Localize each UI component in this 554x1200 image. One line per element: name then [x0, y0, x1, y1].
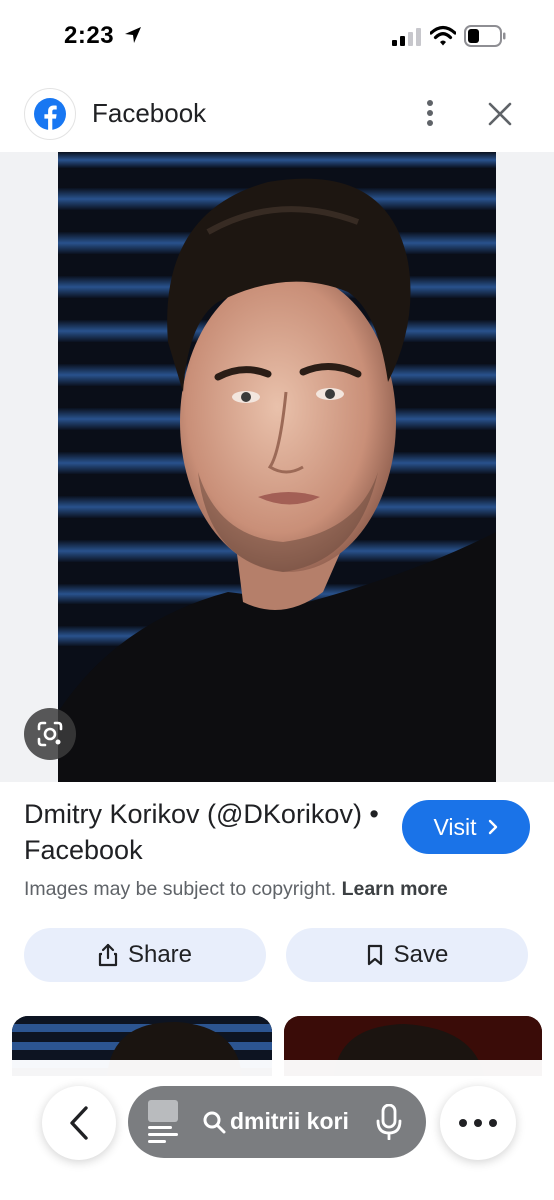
lens-search-button[interactable] — [24, 708, 76, 760]
wifi-icon — [430, 25, 456, 46]
source-name[interactable]: Facebook — [92, 98, 206, 129]
battery-icon — [464, 25, 506, 47]
copyright-text: Images may be subject to copyright. — [24, 878, 337, 900]
result-title[interactable]: Dmitry Korikov (@DKorikov) • Facebook — [24, 796, 384, 868]
copyright-notice: Images may be subject to copyright. Lear… — [24, 878, 448, 901]
visit-button[interactable]: Visit — [402, 800, 530, 854]
google-lens-icon — [37, 721, 63, 747]
location-arrow-icon — [125, 27, 141, 43]
facebook-logo-icon — [34, 98, 66, 130]
portrait-illustration — [58, 152, 496, 782]
bookmark-icon — [367, 944, 382, 966]
visit-button-label: Visit — [433, 813, 477, 840]
search-bar[interactable]: dmitrii kori — [128, 1086, 426, 1158]
back-icon — [70, 1106, 88, 1140]
chevron-right-icon — [488, 819, 497, 835]
save-button-label: Save — [393, 941, 449, 968]
search-query[interactable]: dmitrii kori — [230, 1108, 360, 1135]
source-logo[interactable] — [24, 88, 76, 140]
mic-icon[interactable] — [376, 1104, 402, 1140]
status-time: 2:23 — [64, 22, 115, 49]
signal-icon — [392, 28, 421, 46]
share-button[interactable]: Share — [24, 928, 266, 982]
search-icon — [203, 1111, 226, 1134]
more-horizontal-icon — [459, 1119, 497, 1127]
result-image[interactable] — [58, 152, 496, 782]
status-bar: 2:23 — [0, 0, 554, 76]
tabs-icon[interactable] — [148, 1100, 180, 1144]
more-options-button[interactable] — [440, 1086, 516, 1160]
save-button[interactable]: Save — [286, 928, 528, 982]
back-button[interactable] — [42, 1086, 116, 1160]
share-button-label: Share — [127, 941, 193, 968]
learn-more-link[interactable]: Learn more — [342, 878, 448, 900]
image-preview-area — [0, 152, 554, 782]
close-icon[interactable] — [486, 100, 514, 128]
more-vertical-icon[interactable] — [416, 98, 444, 128]
source-header: Facebook — [0, 84, 554, 150]
share-icon — [98, 943, 118, 967]
